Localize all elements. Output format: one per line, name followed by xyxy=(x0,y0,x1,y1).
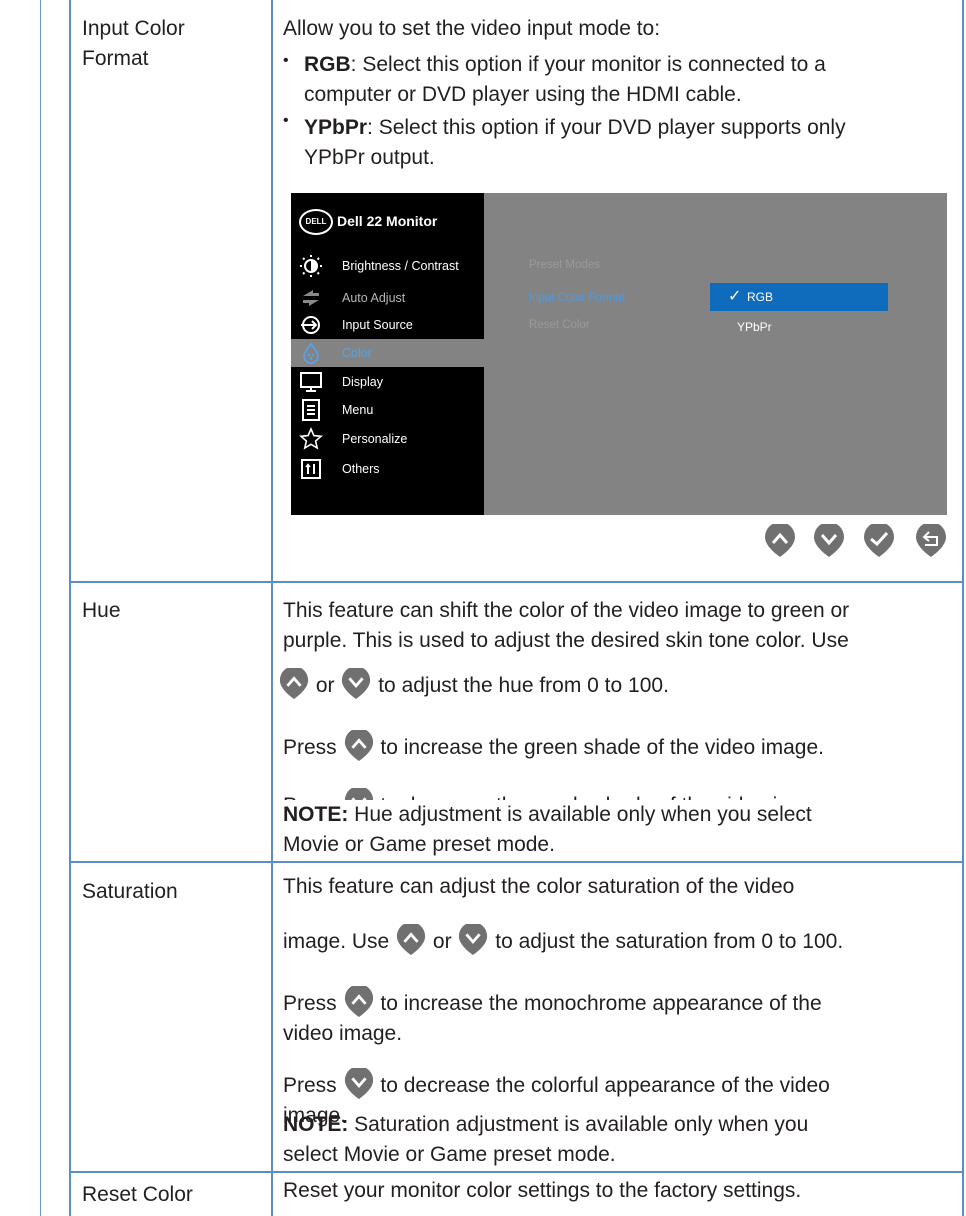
osd-item-auto-adjust[interactable]: Auto Adjust xyxy=(291,284,484,312)
intro-text: Allow you to set the video input mode to… xyxy=(283,17,661,40)
table-border-left xyxy=(69,0,71,1216)
osd-item-others[interactable]: Others xyxy=(291,455,484,483)
osd-item-display[interactable]: Display xyxy=(291,368,484,396)
up-arrow-icon xyxy=(344,986,373,1018)
term-rgb: RGB xyxy=(304,53,351,76)
down-button[interactable] xyxy=(812,524,846,558)
up-arrow-icon xyxy=(344,730,373,762)
up-arrow-icon xyxy=(279,668,309,700)
up-button[interactable] xyxy=(763,524,797,558)
back-button[interactable] xyxy=(914,524,948,558)
option-rgb: RGB xyxy=(747,290,774,304)
bullet-rgb: RGB: Select this option if your monitor … xyxy=(304,53,826,106)
personalize-icon xyxy=(299,427,323,450)
others-icon xyxy=(301,459,321,479)
hue-press-up: Press to increase the green shade of the… xyxy=(283,730,953,763)
row-divider xyxy=(69,581,964,583)
table-border-right xyxy=(962,0,964,1216)
submenu-reset-color[interactable]: Reset Color xyxy=(529,316,590,334)
down-arrow-icon xyxy=(342,668,371,700)
row-label-input-color-format: Input Color Format xyxy=(82,17,185,70)
osd-menu-screenshot: DELL Dell 22 Monitor Brightness / Contra… xyxy=(291,193,947,515)
saturation-note: NOTE: Saturation adjustment is available… xyxy=(283,1113,809,1166)
osd-item-brightness-contrast[interactable]: Brightness / Contrast xyxy=(291,252,484,280)
row-label-reset-color: Reset Color xyxy=(82,1183,193,1206)
option-ypbpr[interactable]: YPbPr xyxy=(737,313,772,341)
osd-title: Dell 22 Monitor xyxy=(337,213,438,229)
saturation-press-up: Press to increase the monochrome appeara… xyxy=(283,986,953,1049)
saturation-description: This feature can adjust the color satura… xyxy=(283,875,795,898)
hue-use-line: or to adjust the hue from 0 to 100. xyxy=(278,668,948,701)
up-arrow-icon xyxy=(396,924,426,956)
row-label-saturation: Saturation xyxy=(82,880,178,903)
row-divider xyxy=(69,1171,964,1173)
submenu-input-color-format[interactable]: Input Color Format xyxy=(529,289,625,307)
display-icon xyxy=(300,372,322,392)
osd-item-menu[interactable]: Menu xyxy=(291,396,484,424)
row-divider xyxy=(69,861,964,863)
brightness-icon xyxy=(300,255,322,277)
bullet-icon: • xyxy=(283,112,289,129)
osd-item-input-source[interactable]: Input Source xyxy=(291,311,484,339)
color-icon xyxy=(303,342,319,364)
table-border-middle xyxy=(271,0,273,1216)
ok-button[interactable] xyxy=(862,524,896,558)
term-ypbpr: YPbPr xyxy=(304,116,368,139)
saturation-use-line: image. Use or to adjust the saturation f… xyxy=(283,924,953,957)
menu-icon xyxy=(302,399,320,421)
hue-description: This feature can shift the color of the … xyxy=(283,599,850,652)
osd-item-personalize[interactable]: Personalize xyxy=(291,425,484,453)
down-arrow-icon xyxy=(344,1068,373,1100)
auto-adjust-icon xyxy=(303,290,319,306)
bullet-icon: • xyxy=(283,52,289,69)
bullet-ypbpr: YPbPr: Select this option if your DVD pl… xyxy=(304,116,846,169)
hue-note-content: NOTE: Hue adjustment is available only w… xyxy=(283,800,953,860)
osd-submenu-panel xyxy=(484,193,947,515)
submenu-preset-modes[interactable]: Preset Modes xyxy=(529,256,600,274)
dell-logo: DELL xyxy=(299,209,333,235)
reset-color-description: Reset your monitor color settings to the… xyxy=(283,1179,802,1202)
row-label-hue: Hue xyxy=(82,599,121,622)
input-source-icon xyxy=(301,316,320,334)
checkmark-icon: ✓ xyxy=(728,288,742,305)
osd-item-color[interactable]: Color xyxy=(291,339,484,367)
down-arrow-icon xyxy=(459,924,488,956)
